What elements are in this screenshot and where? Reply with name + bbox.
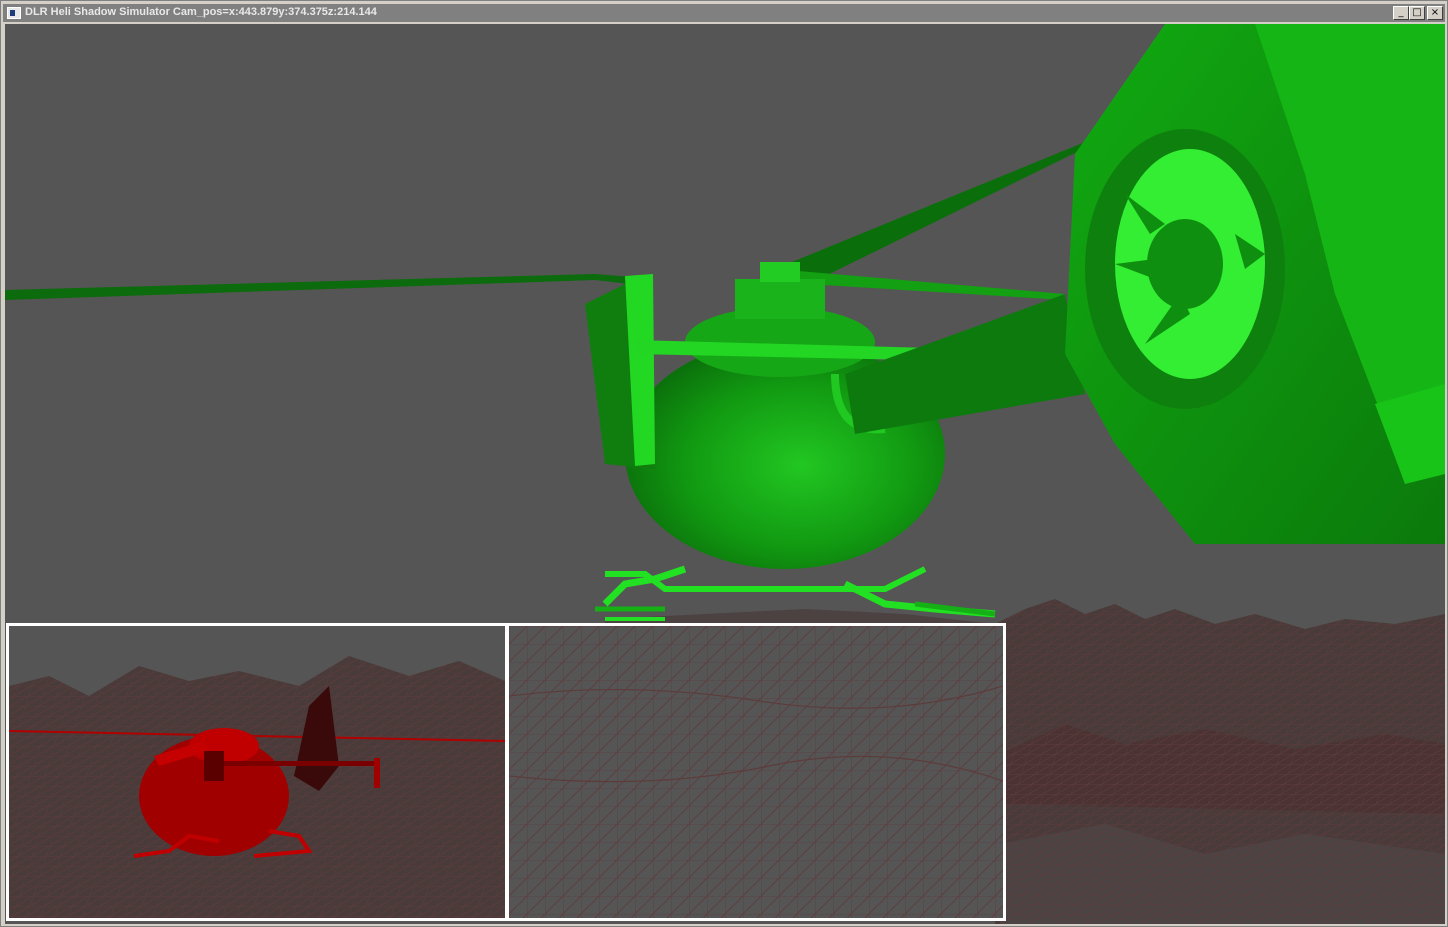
close-button[interactable]: × <box>1427 6 1443 20</box>
shadow-view-scene <box>9 656 505 918</box>
main-rotor-blade-left <box>5 274 645 300</box>
helicopter-model <box>585 262 1007 621</box>
title-bar[interactable]: DLR Heli Shadow Simulator Cam_pos=x:443.… <box>3 4 1445 22</box>
minimize-button[interactable]: _ <box>1393 6 1409 20</box>
main-rotor-blade-right <box>775 142 1085 286</box>
app-window-icon[interactable] <box>7 7 21 19</box>
shadow-view-inset[interactable] <box>6 623 508 921</box>
maximize-button[interactable]: □ <box>1409 6 1425 20</box>
app-window: DLR Heli Shadow Simulator Cam_pos=x:443.… <box>0 0 1448 927</box>
terrain-top-view-scene <box>509 626 1003 918</box>
terrain-top-view-inset[interactable] <box>506 623 1006 921</box>
window-title: DLR Heli Shadow Simulator Cam_pos=x:443.… <box>25 6 377 18</box>
main-3d-viewport[interactable] <box>5 24 1445 924</box>
